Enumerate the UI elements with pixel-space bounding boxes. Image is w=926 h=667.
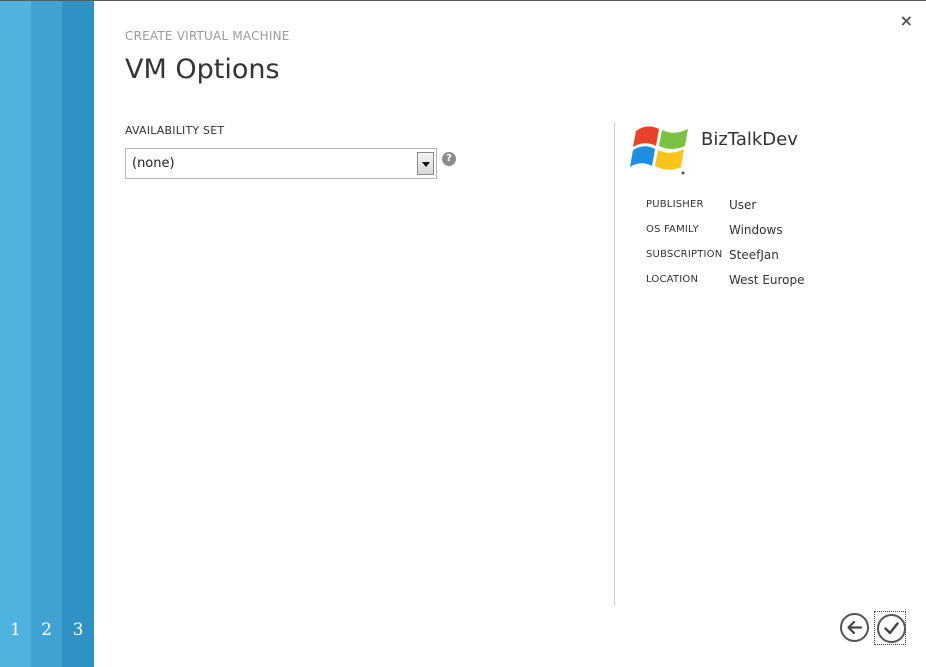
detail-value: User <box>729 198 757 212</box>
detail-key: LOCATION <box>646 274 699 285</box>
detail-key: SUBSCRIPTION <box>646 249 723 260</box>
windows-logo-icon <box>630 126 688 175</box>
detail-key: OS FAMILY <box>646 224 699 235</box>
step-1-tab[interactable]: 1 <box>0 1 31 667</box>
availability-set-label: AVAILABILITY SET <box>125 124 225 137</box>
step-2-tab[interactable]: 2 <box>31 1 62 667</box>
detail-value: SteefJan <box>729 248 779 262</box>
checkmark-icon <box>884 622 899 635</box>
vm-name: BizTalkDev <box>701 129 798 150</box>
step-3-tab[interactable]: 3 <box>62 1 94 667</box>
step-3-number: 3 <box>72 620 84 640</box>
page-title: VM Options <box>125 54 280 85</box>
create-vm-dialog: 1 2 3 × CREATE VIRTUAL MACHINE VM Option… <box>0 0 926 667</box>
wizard-steps: 1 2 3 <box>0 1 94 667</box>
detail-value: Windows <box>729 223 783 237</box>
detail-row-os-family: OS FAMILY Windows <box>646 222 846 247</box>
detail-row-location: LOCATION West Europe <box>646 272 846 297</box>
step-2-number: 2 <box>41 620 52 640</box>
detail-key: PUBLISHER <box>646 199 704 210</box>
back-button[interactable] <box>840 613 869 642</box>
detail-row-publisher: PUBLISHER User <box>646 197 846 222</box>
detail-value: West Europe <box>729 273 805 287</box>
panel-divider <box>614 122 615 606</box>
detail-row-subscription: SUBSCRIPTION SteefJan <box>646 247 846 272</box>
finish-button[interactable] <box>877 614 906 643</box>
help-icon[interactable]: ? <box>442 152 456 166</box>
arrow-left-icon <box>847 620 863 635</box>
step-1-number: 1 <box>10 620 21 640</box>
dialog-subtitle: CREATE VIRTUAL MACHINE <box>125 29 290 43</box>
availability-set-value: (none) <box>132 156 175 171</box>
dropdown-arrow-icon[interactable] <box>417 152 434 175</box>
vm-details-list: PUBLISHER User OS FAMILY Windows SUBSCRI… <box>646 197 846 297</box>
close-icon[interactable]: × <box>900 13 913 29</box>
availability-set-dropdown[interactable]: (none) <box>125 148 437 179</box>
